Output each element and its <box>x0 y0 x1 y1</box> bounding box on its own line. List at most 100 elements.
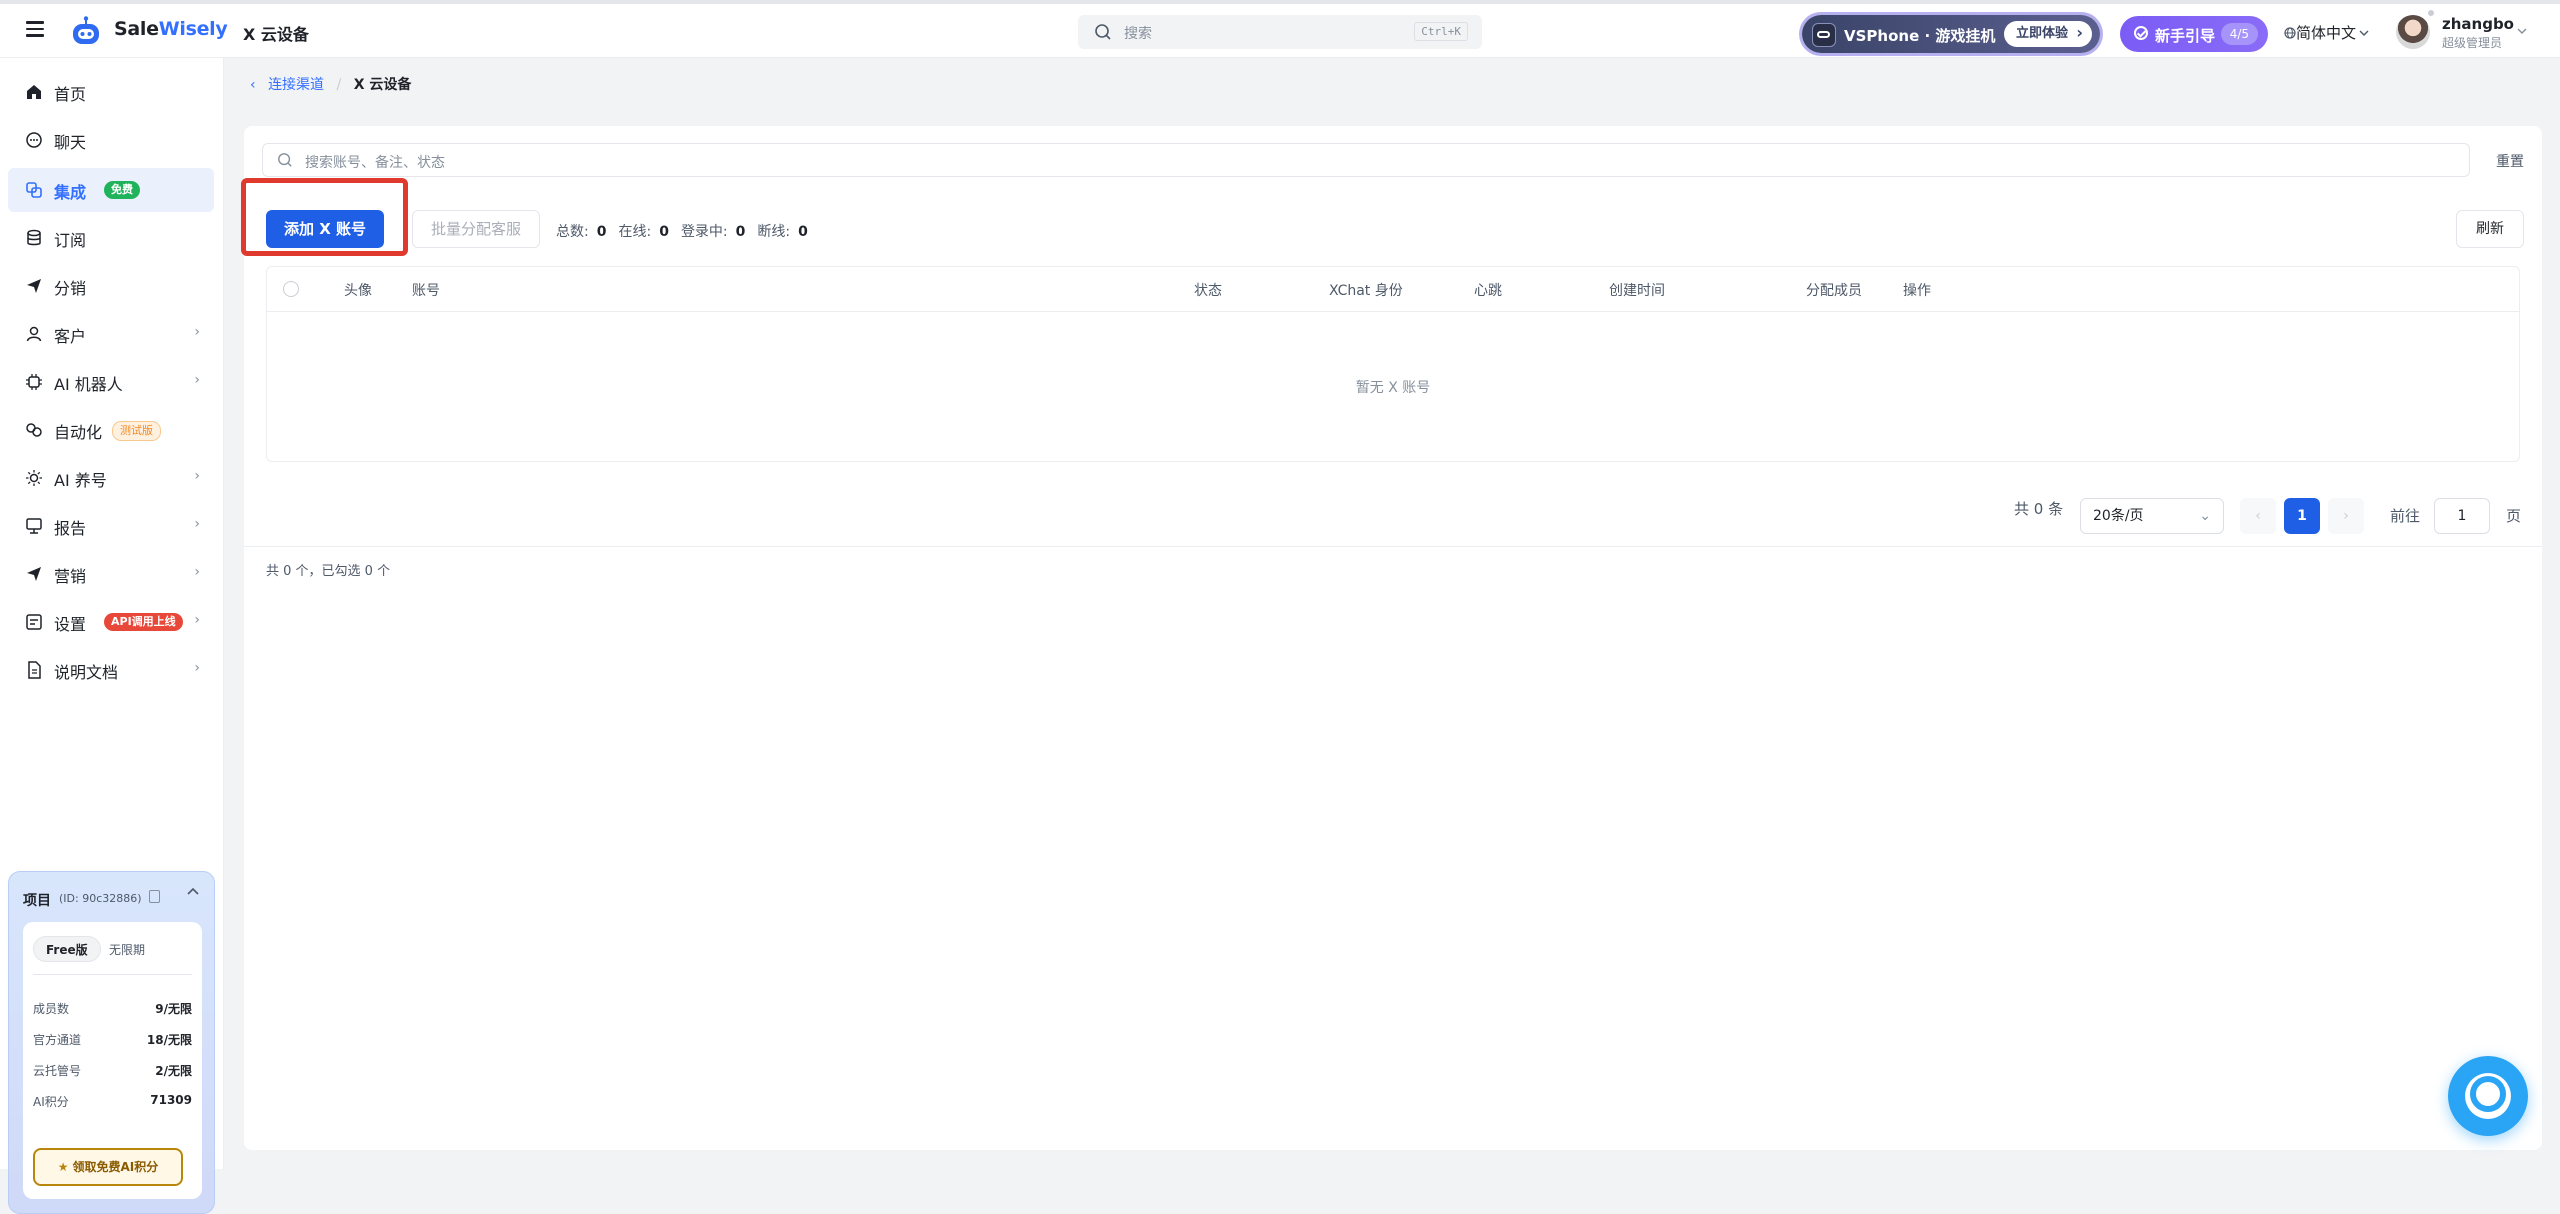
sidebar-item-chat[interactable]: 聊天 <box>8 118 214 162</box>
sidebar-item-settings[interactable]: 设置 API调用上线 › <box>8 600 214 644</box>
sidebar-item-label: 客户 <box>54 327 87 346</box>
page-title: X 云设备 <box>243 25 309 44</box>
chevron-down-icon[interactable] <box>2516 26 2528 36</box>
stat-online: 0 <box>659 224 669 240</box>
vsphone-promo-banner[interactable]: VSPhone · 游戏挂机 立即体验 <box>1802 15 2100 53</box>
search-shortcut: Ctrl+K <box>1414 22 1468 41</box>
chat-icon <box>26 132 42 148</box>
report-icon <box>26 518 42 534</box>
main-panel: 搜索账号、备注、状态 重置 添加 X 账号 批量分配客服 总数: 0 在线: 0 登录中… <box>241 126 2542 1150</box>
sidebar-item-automation[interactable]: 自动化 测试版 <box>8 408 214 452</box>
plan-badge: Free版 <box>33 936 101 962</box>
stat-label: 登录中: <box>680 224 728 240</box>
accounts-table: 头像 账号 状态 XChat 身份 心跳 创建时间 分配成员 操作 暂无 X 账… <box>266 266 2520 462</box>
chevron-right-icon: › <box>194 372 200 388</box>
chevron-up-icon[interactable] <box>186 886 200 896</box>
stat-label: 成员数 <box>33 1002 70 1016</box>
account-stats: 总数: 0 在线: 0 登录中: 0 断线: 0 <box>556 221 820 241</box>
column-header: 创建时间 <box>1609 283 1665 299</box>
database-icon <box>27 229 41 246</box>
marketing-icon <box>27 567 41 581</box>
goto-page-input[interactable]: 1 <box>2434 498 2490 534</box>
support-chat-button[interactable] <box>2448 1056 2528 1136</box>
document-icon <box>28 661 41 679</box>
batch-assign-button[interactable]: 批量分配客服 <box>412 210 540 248</box>
chevron-left-icon[interactable]: ‹ <box>250 77 256 93</box>
prev-page-button[interactable]: ‹ <box>2240 498 2276 534</box>
sidebar-item-label: 说明文档 <box>54 663 119 682</box>
column-header: 分配成员 <box>1806 283 1862 299</box>
stat-label: 官方通道 <box>33 1033 82 1047</box>
stat-label: 总数: <box>556 224 589 240</box>
sidebar-item-distribution[interactable]: 分销 <box>8 264 214 308</box>
sidebar-item-integration[interactable]: 集成 免费 <box>8 168 214 212</box>
free-badge: 免费 <box>104 181 140 199</box>
copy-icon[interactable] <box>149 890 160 903</box>
integration-icon <box>26 182 42 198</box>
sun-icon <box>26 470 42 486</box>
sidebar-item-ai-bot[interactable]: AI 机器人 › <box>8 360 214 404</box>
page-size-select[interactable]: 20条/页 ⌄ <box>2080 498 2224 534</box>
status-dot <box>2428 10 2434 16</box>
project-title: 项目 <box>23 893 51 909</box>
project-panel: 项目 (ID: 90c32886) Free版 无限期 成员数 9/无限 官方通道… <box>8 871 215 1214</box>
add-x-account-button[interactable]: 添加 X 账号 <box>266 210 384 248</box>
next-page-button[interactable]: › <box>2328 498 2364 534</box>
user-name[interactable]: zhangbo <box>2442 15 2514 33</box>
sidebar-item-label: 报告 <box>54 519 87 538</box>
chevron-down-icon <box>2359 30 2369 36</box>
page-suffix: 页 <box>2506 507 2522 525</box>
top-bar: SaleWisely X 云设备 搜索 Ctrl+K VSPhone · 游戏挂… <box>0 0 2560 58</box>
stat-total: 0 <box>596 224 607 240</box>
sidebar-item-home[interactable]: 首页 <box>8 70 214 114</box>
user-icon <box>26 326 42 342</box>
global-search[interactable]: 搜索 Ctrl+K <box>1078 15 1482 49</box>
sidebar-item-label: AI 机器人 <box>54 375 123 394</box>
headset-icon <box>2470 1076 2506 1112</box>
stat-value: 2/无限 <box>155 1064 192 1078</box>
page-button-current[interactable]: 1 <box>2284 498 2320 534</box>
account-search-input[interactable]: 搜索账号、备注、状态 <box>262 143 2470 177</box>
sidebar-item-docs[interactable]: 说明文档 › <box>8 648 214 692</box>
stat-value: 71309 <box>150 1093 192 1107</box>
chevron-right-icon: › <box>194 612 200 628</box>
language-selector[interactable]: 简体中文 <box>2284 22 2370 43</box>
reset-button[interactable]: 重置 <box>2496 151 2524 171</box>
sidebar-item-label: 自动化 <box>54 423 103 442</box>
user-role: 超级管理员 <box>2442 36 2503 50</box>
plan-term: 无限期 <box>109 943 146 957</box>
sidebar-item-label: AI 养号 <box>54 471 107 490</box>
select-all-checkbox[interactable] <box>283 281 299 297</box>
sidebar-item-label: 首页 <box>54 85 87 104</box>
sidebar-item-label: 订阅 <box>54 231 87 250</box>
search-placeholder: 搜索 <box>1124 26 1152 42</box>
user-avatar[interactable] <box>2396 15 2430 49</box>
promo-try-button[interactable]: 立即体验 <box>2003 20 2092 47</box>
claim-ai-credits-button[interactable]: ★ 领取免费AI积分 <box>33 1148 183 1186</box>
stat-logging: 0 <box>735 224 746 240</box>
column-header: 账号 <box>412 283 440 299</box>
search-icon <box>278 153 292 167</box>
sidebar-item-label: 集成 <box>54 183 87 202</box>
sidebar-item-marketing[interactable]: 营销 › <box>8 552 214 596</box>
automation-icon <box>26 423 42 437</box>
stat-label: AI积分 <box>33 1095 69 1109</box>
sidebar-item-subscription[interactable]: 订阅 <box>8 216 214 260</box>
stat-label: 在线: <box>618 224 652 240</box>
sidebar-item-label: 营销 <box>54 567 87 586</box>
sidebar-item-ai-nurture[interactable]: AI 养号 › <box>8 456 214 500</box>
onboarding-guide-button[interactable]: 新手引导 4/5 <box>2120 16 2268 52</box>
breadcrumb-parent[interactable]: 连接渠道 <box>268 77 324 93</box>
sidebar-item-customers[interactable]: 客户 › <box>8 312 214 356</box>
chevron-right-icon: › <box>194 564 200 580</box>
breadcrumb: ‹ 连接渠道 / X 云设备 <box>250 74 411 94</box>
sidebar-item-reports[interactable]: 报告 › <box>8 504 214 548</box>
goto-label: 前往 <box>2390 507 2421 525</box>
language-label: 简体中文 <box>2296 24 2357 42</box>
sidebar-item-label: 聊天 <box>54 133 87 152</box>
chevron-right-icon: › <box>194 660 200 676</box>
guide-progress: 4/5 <box>2220 23 2258 45</box>
column-header: XChat 身份 <box>1329 283 1403 299</box>
refresh-button[interactable]: 刷新 <box>2456 210 2524 248</box>
menu-toggle-icon[interactable] <box>26 21 44 37</box>
